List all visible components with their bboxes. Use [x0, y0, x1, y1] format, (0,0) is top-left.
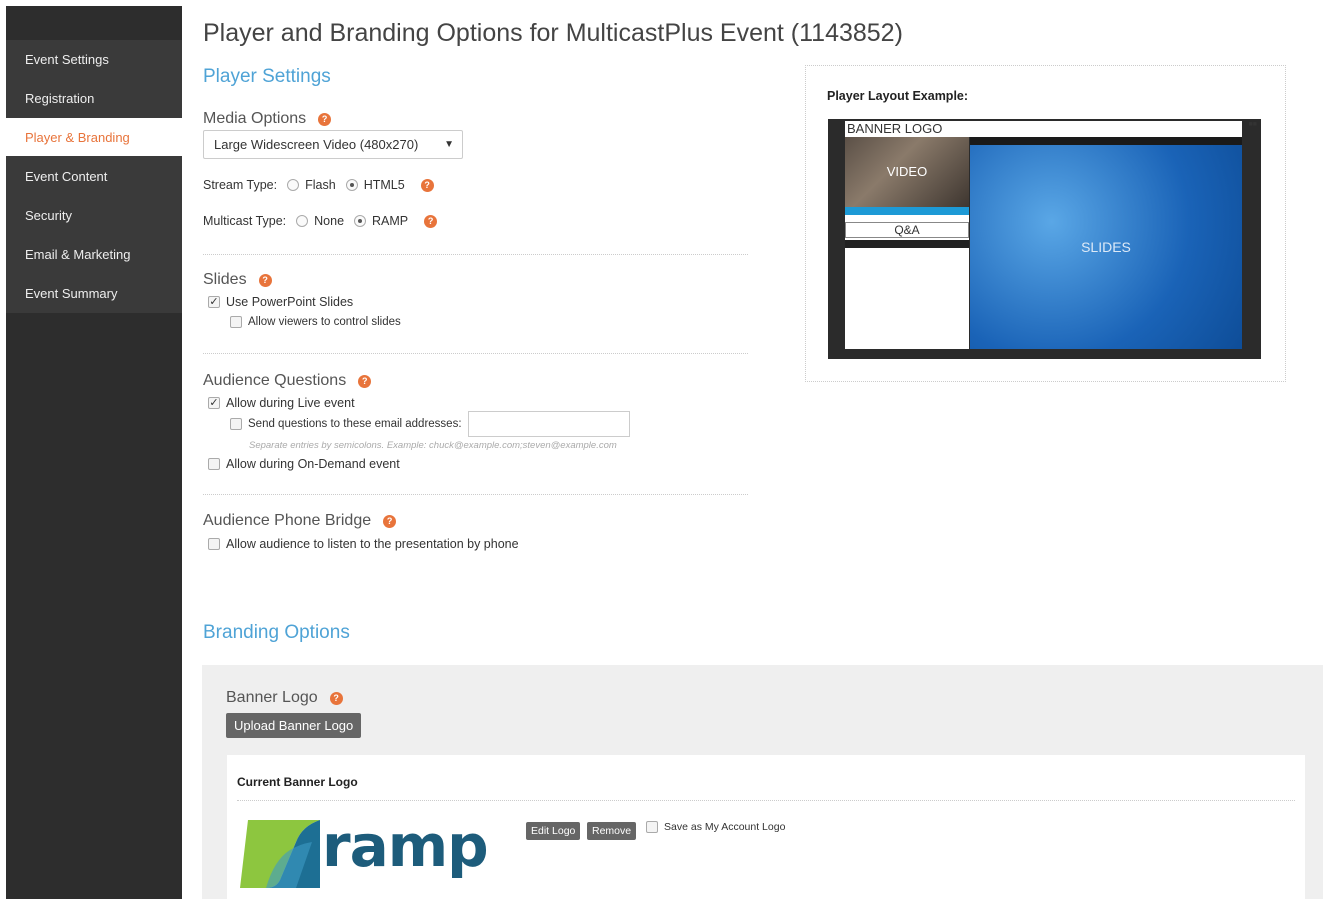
sidebar-top [6, 6, 182, 40]
help-icon[interactable]: ? [318, 112, 332, 126]
use-ppt-label: Use PowerPoint Slides [226, 295, 354, 309]
preview-video: VIDEO [845, 137, 969, 207]
media-options-label: Media Options [203, 110, 307, 127]
remove-logo-button[interactable]: Remove [587, 822, 637, 840]
send-email-checkbox[interactable] [230, 418, 242, 430]
allow-control-checkbox[interactable] [230, 316, 242, 328]
upload-banner-logo-button[interactable]: Upload Banner Logo [226, 713, 362, 738]
player-layout-preview: BANNER LOGO ■■ VIDEO Q&A SLIDES [828, 119, 1261, 359]
preview-slides-toolbar [970, 137, 1242, 145]
divider [237, 800, 1295, 801]
sidebar-item-event-content[interactable]: Event Content [6, 157, 182, 196]
media-options-select[interactable]: Large Widescreen Video (480x270) ▼ [203, 130, 463, 159]
ramp-logo-text: ramp [322, 812, 489, 880]
save-account-logo-row: Save as My Account Logo [646, 821, 785, 833]
allow-on-demand-row: Allow during On-Demand event [208, 457, 400, 471]
stream-type-label: Stream Type: [203, 178, 278, 192]
use-ppt-row: ✓ Use PowerPoint Slides [208, 295, 353, 309]
ramp-logo-icon [240, 820, 320, 888]
sidebar-item-event-summary[interactable]: Event Summary [6, 274, 182, 313]
stream-type-flash-label: Flash [305, 178, 336, 192]
email-hint: Separate entries by semicolons. Example:… [249, 440, 617, 451]
allow-control-row: Allow viewers to control slides [230, 316, 401, 328]
media-options-value: Large Widescreen Video (480x270) [214, 137, 419, 152]
player-settings-heading: Player Settings [203, 66, 331, 87]
stream-type-row: Stream Type: Flash HTML5 ? [203, 178, 434, 192]
banner-logo-label: Banner Logo [226, 689, 318, 706]
allow-live-label: Allow during Live event [226, 396, 355, 410]
help-icon[interactable]: ? [258, 273, 272, 287]
edit-logo-button[interactable]: Edit Logo [526, 822, 581, 840]
preview-banner-logo: BANNER LOGO [845, 121, 1242, 137]
caret-down-icon: ▼ [444, 139, 454, 150]
current-banner-logo-title: Current Banner Logo [237, 775, 358, 789]
allow-on-demand-label: Allow during On-Demand event [226, 457, 400, 471]
sidebar-item-security[interactable]: Security [6, 196, 182, 235]
banner-logo-title: Banner Logo ? [226, 689, 343, 707]
sidebar: Event Settings Registration Player & Bra… [6, 6, 182, 899]
save-account-logo-checkbox[interactable] [646, 821, 658, 833]
phone-bridge-checkbox[interactable] [208, 538, 220, 550]
branding-options-heading: Branding Options [203, 622, 350, 643]
divider [203, 353, 748, 354]
multicast-type-label: Multicast Type: [203, 214, 287, 228]
player-layout-panel: Player Layout Example: BANNER LOGO ■■ VI… [805, 65, 1286, 382]
phone-bridge-label: Audience Phone Bridge [203, 512, 372, 529]
divider [203, 494, 748, 495]
help-icon[interactable]: ? [383, 514, 397, 528]
preview-qa-toolbar [845, 207, 969, 215]
sidebar-item-email-marketing[interactable]: Email & Marketing [6, 235, 182, 274]
preview-window-buttons-icon: ■■ [1248, 121, 1257, 128]
multicast-type-row: Multicast Type: None RAMP ? [203, 214, 438, 228]
audience-questions-label: Audience Questions [203, 372, 347, 389]
preview-qa-list [845, 240, 969, 248]
slides-title: Slides ? [203, 271, 272, 289]
player-layout-title: Player Layout Example: [827, 89, 969, 103]
page-title: Player and Branding Options for Multicas… [203, 19, 903, 47]
sidebar-item-event-settings[interactable]: Event Settings [6, 40, 182, 79]
divider [203, 254, 748, 255]
phone-bridge-row: Allow audience to listen to the presenta… [208, 537, 519, 551]
help-icon[interactable]: ? [420, 178, 434, 192]
send-email-row: Send questions to these email addresses: [230, 411, 630, 437]
preview-qa: Q&A [845, 222, 969, 238]
multicast-none-label: None [314, 214, 345, 228]
preview-left-column: VIDEO Q&A [845, 137, 969, 349]
help-icon[interactable]: ? [424, 214, 438, 228]
help-icon[interactable]: ? [329, 691, 343, 705]
stream-type-flash-radio[interactable] [287, 179, 300, 191]
multicast-ramp-radio[interactable] [354, 215, 367, 227]
sidebar-item-registration[interactable]: Registration [6, 79, 182, 118]
stream-type-html5-radio[interactable] [345, 179, 358, 191]
save-account-logo-label: Save as My Account Logo [664, 821, 786, 833]
multicast-none-radio[interactable] [296, 215, 309, 227]
send-email-label: Send questions to these email addresses: [248, 418, 462, 430]
stream-type-html5-label: HTML5 [363, 178, 405, 192]
email-addresses-input[interactable] [467, 411, 630, 437]
use-ppt-checkbox[interactable]: ✓ [208, 296, 220, 308]
allow-live-row: ✓ Allow during Live event [208, 396, 355, 410]
allow-live-checkbox[interactable]: ✓ [208, 397, 220, 409]
allow-on-demand-checkbox[interactable] [208, 458, 220, 470]
help-icon[interactable]: ? [358, 374, 372, 388]
sidebar-item-player-branding[interactable]: Player & Branding [6, 118, 182, 157]
media-options-title: Media Options ? [203, 110, 332, 128]
allow-control-label: Allow viewers to control slides [248, 316, 401, 328]
audience-questions-title: Audience Questions ? [203, 372, 372, 390]
phone-bridge-title: Audience Phone Bridge ? [203, 512, 397, 530]
phone-bridge-allow-label: Allow audience to listen to the presenta… [226, 537, 519, 551]
multicast-ramp-label: RAMP [372, 214, 409, 228]
preview-slides: SLIDES [970, 137, 1242, 349]
slides-label: Slides [203, 271, 247, 288]
